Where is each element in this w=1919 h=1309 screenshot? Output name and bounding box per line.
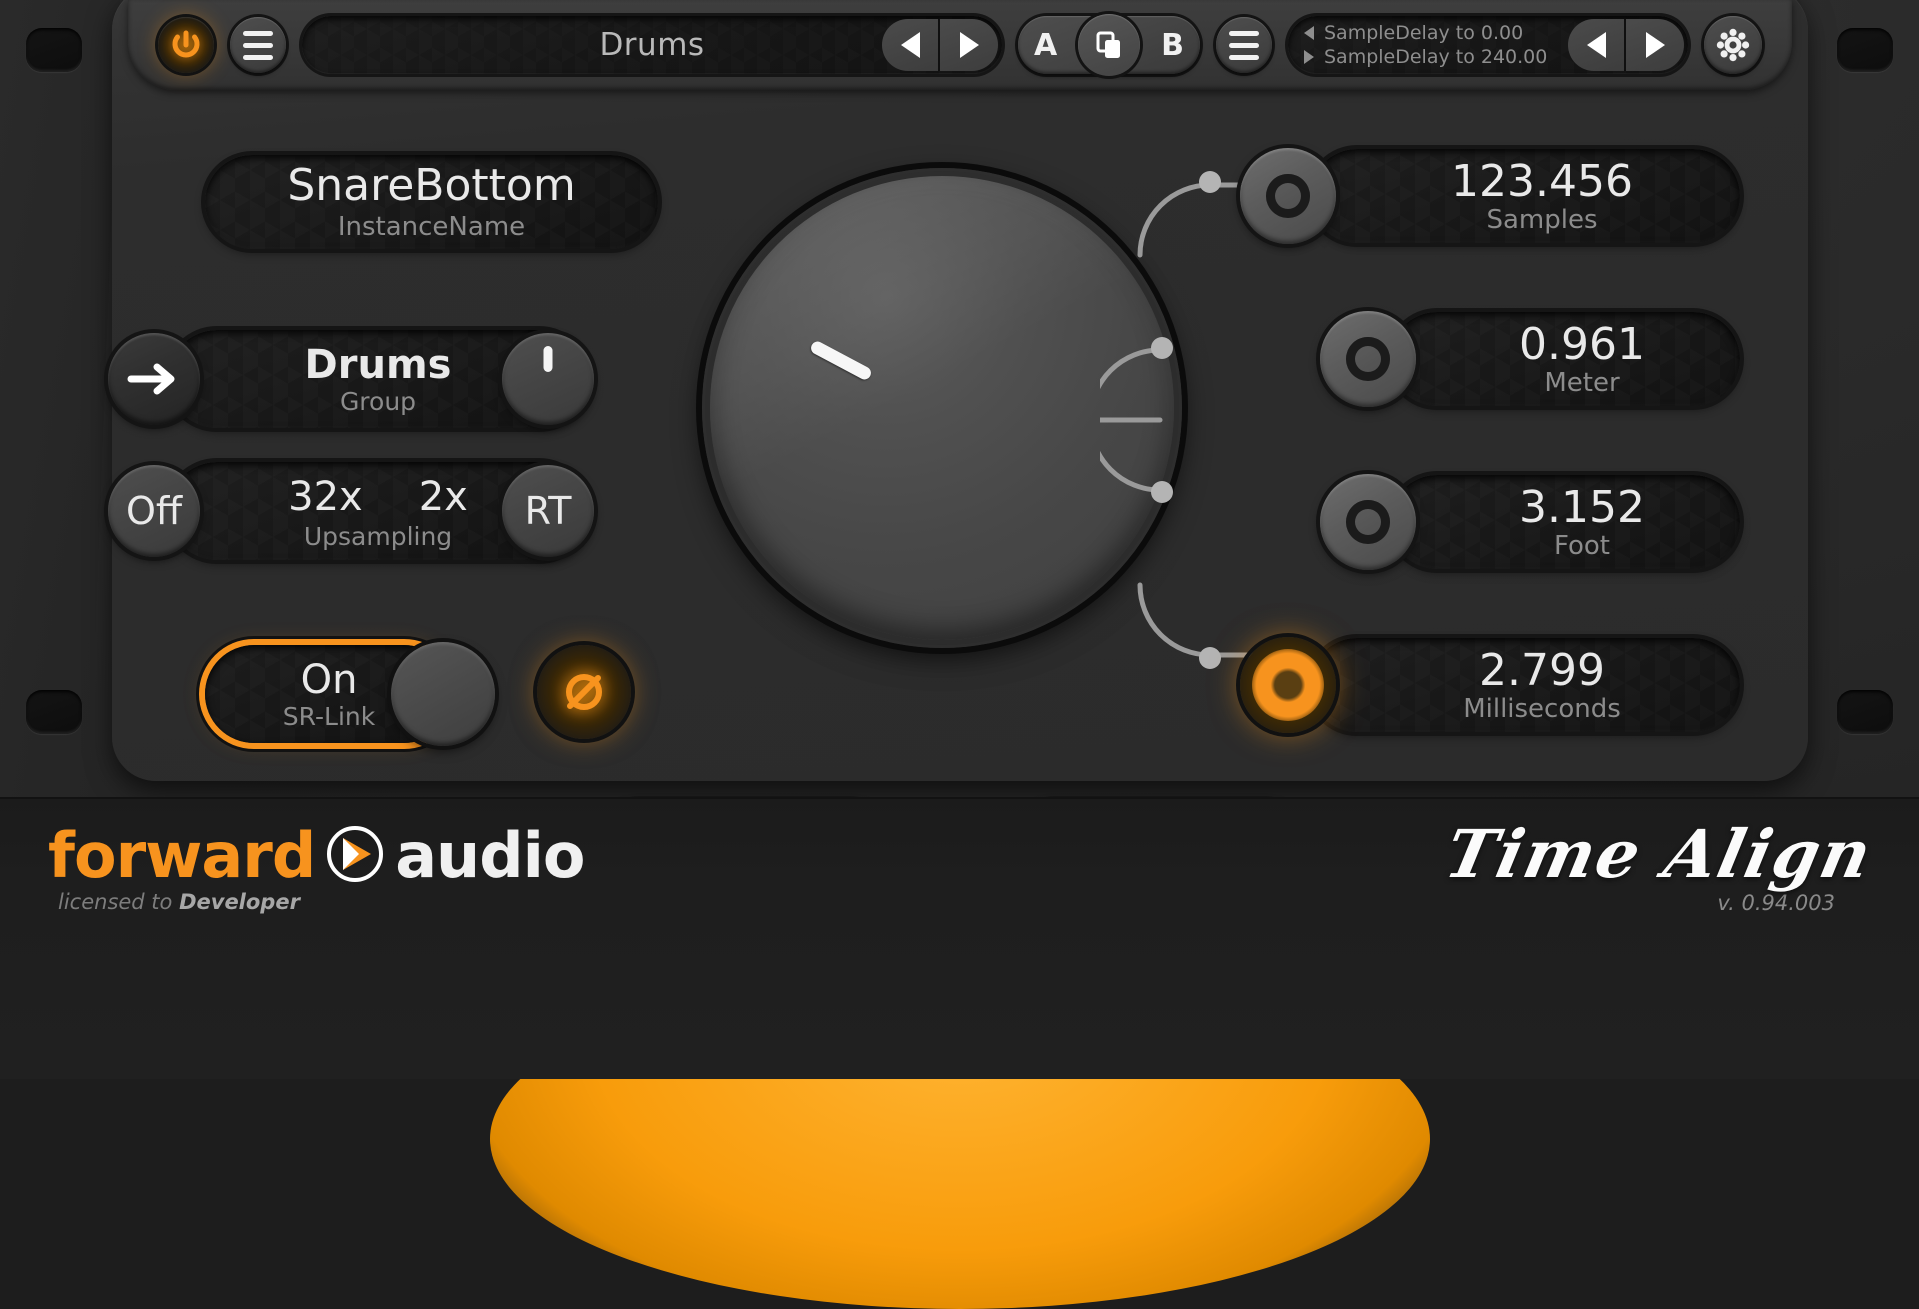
upsampling-rt-label: RT (524, 489, 572, 533)
history-nav-buttons (1568, 19, 1684, 71)
group-row: Drums Group (108, 330, 594, 428)
undo-button[interactable] (1568, 19, 1626, 71)
preset-b-button[interactable]: B (1161, 28, 1184, 63)
preset-name: Drums (599, 27, 705, 63)
product-version: v. 0.94.003 (1717, 891, 1835, 915)
brand-name-audio: audio (395, 819, 585, 892)
play-button-logo-icon (325, 824, 385, 888)
triangle-left-icon (1586, 32, 1606, 58)
history-undo-text: SampleDelay to 0.00 (1324, 22, 1524, 44)
srlink-label: SR-Link (282, 701, 376, 731)
gear-icon[interactable] (1704, 16, 1762, 74)
srlink-row: On SR-Link (205, 642, 631, 755)
preset-menu-icon[interactable] (230, 17, 286, 73)
triangle-right-icon (1304, 50, 1314, 64)
upsampling-value-right: 2x (418, 473, 468, 520)
readout-value: 123.456 (1451, 155, 1633, 207)
delay-knob[interactable] (682, 148, 1202, 668)
license-name: Developer (179, 890, 300, 914)
readout-field-samples[interactable]: 123.456 Samples (1310, 149, 1740, 243)
menu-bar (1229, 30, 1259, 36)
screw-bottom-right (1837, 690, 1893, 734)
readout-field-milliseconds[interactable]: 2.799 Milliseconds (1310, 638, 1740, 732)
readout-label: Samples (1486, 204, 1598, 235)
delay-knob-body[interactable] (710, 176, 1174, 640)
triangle-left-icon (1304, 26, 1314, 40)
readout-row-meter: 0.961 Meter (1320, 311, 1740, 407)
upsampling-off-label: Off (125, 489, 183, 533)
screw-top-right (1837, 28, 1893, 72)
screw-top-left (26, 28, 82, 72)
preset-selector[interactable]: Drums (302, 16, 1002, 74)
readout-field-meter[interactable]: 0.961 Meter (1390, 312, 1740, 406)
menu-bar (243, 42, 273, 48)
menu-bar (243, 30, 273, 36)
history-redo-text: SampleDelay to 240.00 (1324, 46, 1548, 68)
readout-row-samples: 123.456 Samples (1240, 148, 1740, 244)
prev-preset-button[interactable] (882, 19, 940, 71)
readout-select-meter[interactable] (1320, 311, 1416, 407)
preset-nav-buttons (882, 19, 998, 71)
menu-bar (243, 54, 273, 60)
upsampling-rt-button[interactable]: RT (502, 465, 594, 557)
readout-label: Meter (1544, 367, 1620, 398)
upsampling-row: 32x 2x Upsampling Off RT (108, 462, 594, 560)
readout-select-foot[interactable] (1320, 474, 1416, 570)
upsampling-values: 32x 2x (288, 474, 468, 520)
license-text: licensed to Developer (58, 890, 584, 914)
readout-value: 3.152 (1519, 481, 1645, 533)
brand-name-forward: forward (48, 819, 316, 892)
top-toolbar: Drums A B SampleDelay to 0.00 SampleDela… (128, 0, 1792, 90)
ab-compare-group: A B (1018, 14, 1200, 76)
menu-bar (1229, 42, 1259, 48)
footer-bar: forward audio licensed to Developer Time… (0, 797, 1919, 1079)
srlink-toggle-handle[interactable] (391, 642, 495, 746)
history-display: SampleDelay to 0.00 SampleDelay to 240.0… (1288, 16, 1688, 74)
delay-knob-pointer (808, 339, 874, 382)
license-prefix: licensed to (58, 890, 180, 914)
readout-select-samples[interactable] (1240, 148, 1336, 244)
menu-bar (1229, 54, 1259, 60)
screw-bottom-left (26, 690, 82, 734)
instance-name-value: SnareBottom (287, 160, 576, 211)
triangle-right-icon (959, 32, 979, 58)
radio-indicator (1346, 500, 1390, 544)
group-value: Drums (304, 341, 452, 388)
readout-label: Milliseconds (1463, 693, 1621, 724)
triangle-right-icon (1645, 32, 1665, 58)
copy-ab-icon[interactable] (1078, 14, 1140, 76)
history-menu-icon[interactable] (1216, 17, 1272, 73)
instance-name-field[interactable]: SnareBottom InstanceName (205, 155, 658, 249)
preset-a-button[interactable]: A (1034, 28, 1057, 63)
brand-logo: forward audio (48, 819, 585, 892)
radio-indicator (1346, 337, 1390, 381)
product-name: Time Align (1438, 815, 1880, 893)
phase-invert-icon[interactable] (537, 645, 631, 739)
product-block: Time Align v. 0.94.003 (1438, 815, 1879, 915)
readout-value: 0.961 (1519, 318, 1645, 370)
upsampling-label: Upsampling (303, 521, 453, 551)
srlink-value: On (300, 656, 358, 703)
power-icon[interactable] (158, 17, 214, 73)
readout-row-foot: 3.152 Foot (1320, 474, 1740, 570)
redo-button[interactable] (1626, 19, 1684, 71)
radio-indicator-active (1252, 649, 1324, 721)
knob-pointer (543, 346, 553, 372)
upsampling-off-button[interactable]: Off (108, 465, 200, 557)
readout-row-milliseconds: 2.799 Milliseconds (1240, 637, 1740, 733)
readout-field-foot[interactable]: 3.152 Foot (1390, 475, 1740, 569)
triangle-left-icon (900, 32, 920, 58)
radio-indicator (1266, 174, 1310, 218)
group-label: Group (339, 386, 417, 416)
arrow-right-icon[interactable] (108, 333, 200, 425)
group-knob[interactable] (502, 333, 594, 425)
next-preset-button[interactable] (940, 19, 998, 71)
brand-block: forward audio licensed to Developer (48, 819, 585, 915)
readout-value: 2.799 (1479, 644, 1605, 696)
readout-select-milliseconds[interactable] (1240, 637, 1336, 733)
instance-name-label: InstanceName (337, 212, 526, 242)
readout-label: Foot (1553, 530, 1611, 561)
upsampling-value-left: 32x (288, 473, 363, 520)
